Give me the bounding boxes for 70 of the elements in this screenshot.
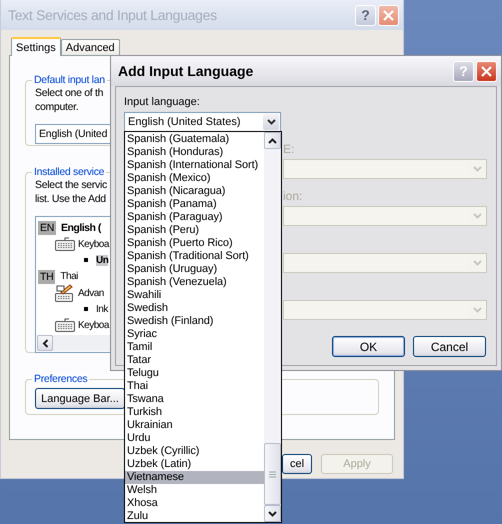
window-title: Text Services and Input Languages [8, 7, 217, 23]
tree-item[interactable]: Un [96, 254, 108, 266]
list-item[interactable]: Tamil [125, 341, 264, 354]
description-text: Select one of th [35, 86, 104, 100]
language-badge: EN [38, 220, 56, 234]
list-item[interactable]: Welsh [125, 484, 264, 497]
list-item[interactable]: Urdu [125, 432, 264, 445]
list-item[interactable]: Uzbek (Latin) [125, 458, 264, 471]
list-item[interactable]: Spanish (Paraguay) [125, 211, 264, 224]
description-text: Select the servic [35, 178, 107, 192]
dialog-button[interactable]: cel [282, 454, 312, 474]
dialog-button[interactable]: Cancel [413, 336, 486, 357]
list-item[interactable]: Vietnamese [125, 471, 264, 484]
list-item[interactable]: Swedish [125, 302, 264, 315]
description-text: computer. [35, 100, 78, 114]
group-legend: Preferences [32, 373, 90, 385]
tab[interactable]: Advanced [60, 39, 120, 55]
tree-item[interactable]: Thai [60, 271, 78, 282]
tab[interactable]: Settings [11, 37, 61, 56]
tree-item[interactable]: Keyboa [78, 320, 109, 330]
language-badge: TH [38, 270, 56, 284]
description-text: list. Use the Add [35, 192, 106, 206]
field-label: E: [283, 142, 294, 156]
list-item[interactable]: Tatar [125, 354, 264, 367]
group-legend: Installed service [32, 166, 106, 178]
list-item[interactable]: Spanish (Honduras) [125, 146, 264, 159]
dialog-button[interactable]: OK [332, 336, 405, 357]
list-item[interactable]: Spanish (Traditional Sort) [125, 250, 264, 263]
bullet-icon [84, 307, 88, 311]
vertical-scrollbar[interactable] [264, 132, 281, 522]
tree-item[interactable]: Ink [96, 304, 108, 314]
list-item[interactable]: Spanish (Peru) [125, 224, 264, 237]
list-item[interactable]: Ukrainian [125, 419, 264, 432]
close-icon [383, 10, 394, 20]
scroll-up-button[interactable] [264, 132, 281, 149]
field-label: Input language: [124, 96, 201, 110]
scroll-down-button[interactable] [264, 505, 281, 522]
list-item[interactable]: Spanish (Puerto Rico) [125, 237, 264, 250]
scroll-left-button[interactable] [37, 335, 53, 351]
list-item[interactable]: Spanish (Uruguay) [125, 263, 264, 276]
keyboard-icon [55, 237, 75, 251]
language-bar-button[interactable]: Language Bar... [35, 388, 125, 409]
list-item[interactable]: Spanish (Venezuela) [125, 276, 264, 289]
list-item[interactable]: Swedish (Finland) [125, 315, 264, 328]
list-item[interactable]: Swahili [125, 289, 264, 302]
close-button[interactable] [476, 60, 497, 82]
input-language-combo[interactable]: English (United States) [124, 112, 281, 132]
list-item[interactable]: Turkish [125, 406, 264, 419]
list-item[interactable]: Xhosa [125, 497, 264, 510]
bullet-icon [84, 258, 88, 262]
tree-item[interactable]: Advan [78, 288, 104, 298]
list-item[interactable]: Thai [125, 380, 264, 393]
tree-item[interactable]: English ( [61, 222, 101, 234]
tree-item[interactable]: Keyboa [78, 238, 109, 250]
list-item[interactable]: Spanish (International Sort) [125, 159, 264, 172]
list-item[interactable]: Spanish (Nicaragua) [125, 185, 264, 198]
group-legend: Default input lan [32, 74, 107, 86]
keyboard-pen-icon [55, 284, 75, 302]
list-item[interactable]: Tswana [125, 393, 264, 406]
field-label: ion: [283, 189, 302, 203]
list-item[interactable]: Syriac [125, 328, 264, 341]
list-item[interactable]: Zulu [125, 510, 264, 522]
list-item[interactable]: Spanish (Mexico) [125, 172, 264, 185]
window-title: Add Input Language [118, 63, 254, 79]
list-item[interactable]: Telugu [125, 367, 264, 380]
keyboard-icon [55, 318, 75, 332]
list-item[interactable]: Spanish (Panama) [125, 198, 264, 211]
scroll-thumb[interactable] [264, 443, 281, 505]
close-icon [481, 66, 492, 76]
list-item[interactable]: Uzbek (Cyrillic) [125, 445, 264, 458]
